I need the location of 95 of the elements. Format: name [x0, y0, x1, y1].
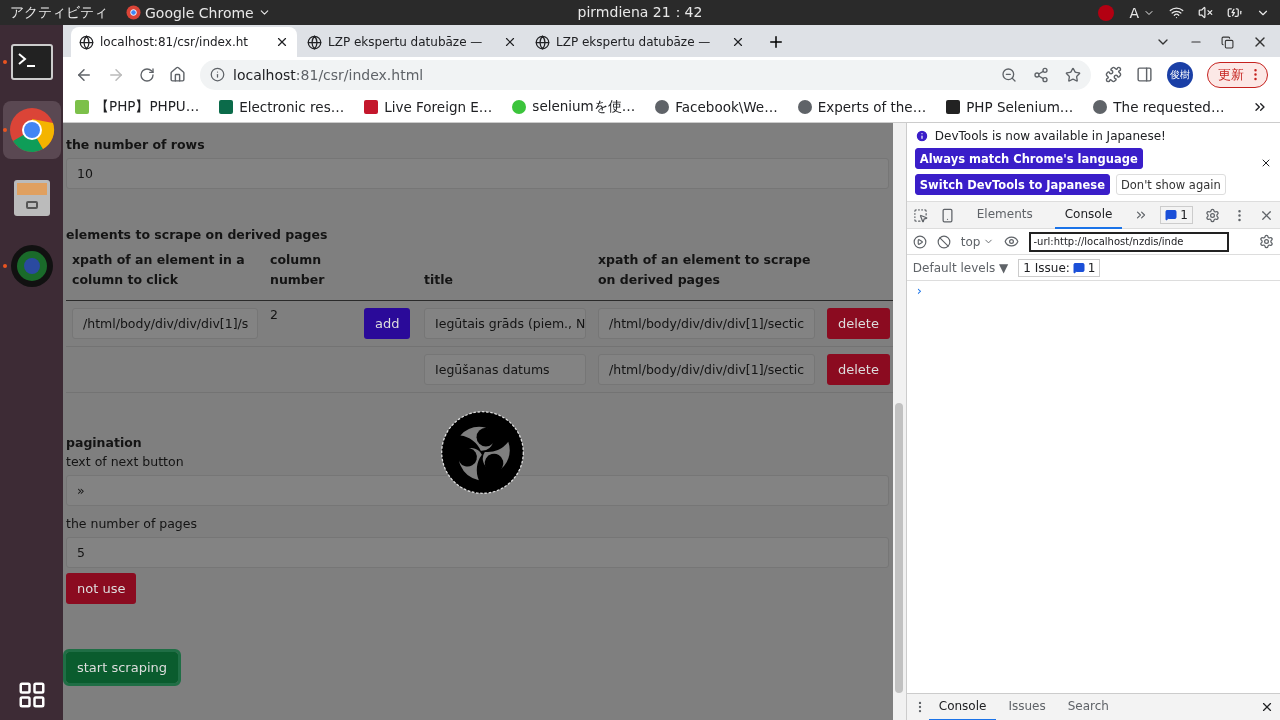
devtools-tab[interactable]: Elements: [966, 201, 1043, 229]
dont-show-button[interactable]: Don't show again: [1115, 174, 1226, 195]
clear-console-icon[interactable]: [936, 234, 951, 249]
close-icon[interactable]: [1260, 700, 1274, 714]
input-method-menu[interactable]: A: [1129, 4, 1155, 21]
filter-field[interactable]: -url:http://localhost/nzdis/inde: [1029, 231, 1230, 252]
close-icon[interactable]: [275, 35, 289, 49]
browser-tab[interactable]: LZP ekspertu datubāze —: [527, 27, 753, 57]
rows-field[interactable]: 10: [66, 158, 889, 189]
battery-icon: [1227, 5, 1242, 20]
zoom-icon[interactable]: [1001, 66, 1017, 83]
column-header: xpath of an element to scrape on derived pages: [592, 250, 821, 301]
side-panel-icon[interactable]: [1136, 66, 1153, 83]
column-header: column number: [264, 250, 358, 301]
match-language-button[interactable]: Always match Chrome's language: [914, 148, 1143, 169]
extensions-icon[interactable]: [1105, 66, 1122, 83]
globe-icon: [535, 34, 550, 50]
file-cabinet-icon[interactable]: [11, 178, 52, 218]
volume-muted-icon: [1198, 5, 1213, 20]
eye-icon[interactable]: [1004, 234, 1020, 249]
issues-badge[interactable]: 1: [1160, 206, 1193, 224]
settings-icon[interactable]: [1205, 207, 1220, 223]
reload-icon[interactable]: [139, 66, 155, 83]
field-label: text of next button: [66, 454, 185, 469]
address-bar[interactable]: localhost:81/csr/index.html: [200, 59, 1091, 90]
inspect-icon[interactable]: [912, 207, 928, 223]
notice-text: DevTools is now available in Japanese!: [934, 129, 1166, 143]
bookmark[interactable]: The requested…: [1093, 99, 1225, 115]
bookmark[interactable]: PHP Selenium…: [946, 99, 1074, 115]
console-prompt: ›: [916, 283, 922, 298]
section-heading: pagination: [66, 435, 143, 450]
message-icon: [1072, 261, 1085, 274]
close-icon[interactable]: [503, 35, 517, 49]
column-header: title: [418, 250, 592, 301]
context-selector[interactable]: top: [960, 234, 995, 249]
close-icon[interactable]: [731, 35, 745, 49]
share-icon[interactable]: [1033, 66, 1049, 83]
pages-field[interactable]: 5: [66, 537, 889, 568]
chrome-icon: [126, 5, 141, 20]
column-number: 2: [270, 307, 278, 322]
close-icon[interactable]: [1260, 157, 1272, 169]
star-icon[interactable]: [1065, 66, 1081, 83]
info-icon: [210, 67, 225, 82]
delete-button[interactable]: delete: [827, 308, 890, 339]
globe-icon: [79, 34, 94, 50]
switch-language-button[interactable]: Switch DevTools to Japanese: [914, 174, 1110, 195]
chrome-icon[interactable]: [8, 107, 55, 153]
start-scraping-button[interactable]: start scraping: [66, 652, 178, 683]
section-heading: the number of rows: [66, 137, 206, 152]
activities-button[interactable]: アクティビティ: [10, 3, 108, 22]
info-icon: [914, 129, 929, 143]
terminal-icon[interactable]: [10, 44, 53, 80]
sidebar-toggle-icon[interactable]: [912, 234, 927, 249]
not-use-button[interactable]: not use: [66, 573, 137, 604]
drawer-tab[interactable]: Issues: [998, 693, 1056, 720]
bookmark[interactable]: seleniumを使…: [512, 98, 636, 116]
issues-button[interactable]: 1 Issue: 1: [1018, 258, 1101, 277]
add-button[interactable]: add: [364, 308, 411, 339]
xpath-field[interactable]: /html/body/div/div/div[1]/sectic: [598, 354, 815, 385]
new-tab-icon[interactable]: [767, 33, 785, 51]
column-header: xpath of an element in a column to click: [66, 250, 264, 301]
update-button[interactable]: 更新: [1207, 61, 1268, 88]
title-field[interactable]: Iegūtais grāds (piem., N: [424, 308, 586, 339]
profile-avatar[interactable]: 俊樹: [1167, 61, 1193, 88]
browser-tab[interactable]: LZP ekspertu datubāze —: [299, 27, 525, 57]
xpath-field[interactable]: /html/body/div/div/div[1]/sectic: [598, 308, 815, 339]
field-label: the number of pages: [66, 516, 198, 531]
home-icon[interactable]: [169, 66, 186, 83]
camera-lens-icon[interactable]: [9, 244, 54, 288]
device-icon[interactable]: [939, 207, 955, 223]
message-icon: [1165, 209, 1178, 221]
browser-tab[interactable]: localhost:81/csr/index.ht: [71, 27, 297, 57]
title-field[interactable]: Iegūšanas datums: [424, 354, 586, 385]
drawer-tab[interactable]: Console: [928, 693, 997, 720]
log-levels-dropdown[interactable]: Default levels ▼: [912, 260, 1009, 275]
bookmark[interactable]: Electronic res…: [219, 99, 345, 115]
bookmark[interactable]: Live Foreign E…: [364, 99, 493, 115]
bookmark[interactable]: Facebook\We…: [655, 99, 778, 115]
scrollbar-thumb[interactable]: [895, 403, 904, 693]
wifi-icon: [1169, 5, 1184, 20]
bookmark[interactable]: Experts of the…: [797, 99, 927, 115]
xpath-field[interactable]: /html/body/div/div/div[1]/s: [72, 308, 258, 339]
section-heading: elements to scrape on derived pages: [66, 227, 329, 242]
record-indicator-icon: [1097, 3, 1116, 22]
dock-item[interactable]: [2, 101, 61, 159]
drawer-tab[interactable]: Search: [1057, 693, 1119, 720]
devtools-tab[interactable]: Console: [1054, 201, 1123, 229]
restore-icon[interactable]: [1221, 35, 1234, 49]
next-text-field[interactable]: »: [66, 475, 889, 506]
clock: pirmdiena 21：42: [577, 3, 703, 22]
delete-button[interactable]: delete: [827, 354, 890, 385]
app-menu[interactable]: Google Chrome: [126, 4, 271, 21]
globe-icon: [307, 34, 322, 50]
settings-icon[interactable]: [1259, 234, 1274, 249]
bookmark[interactable]: 【PHP】PHPU…: [75, 98, 200, 116]
